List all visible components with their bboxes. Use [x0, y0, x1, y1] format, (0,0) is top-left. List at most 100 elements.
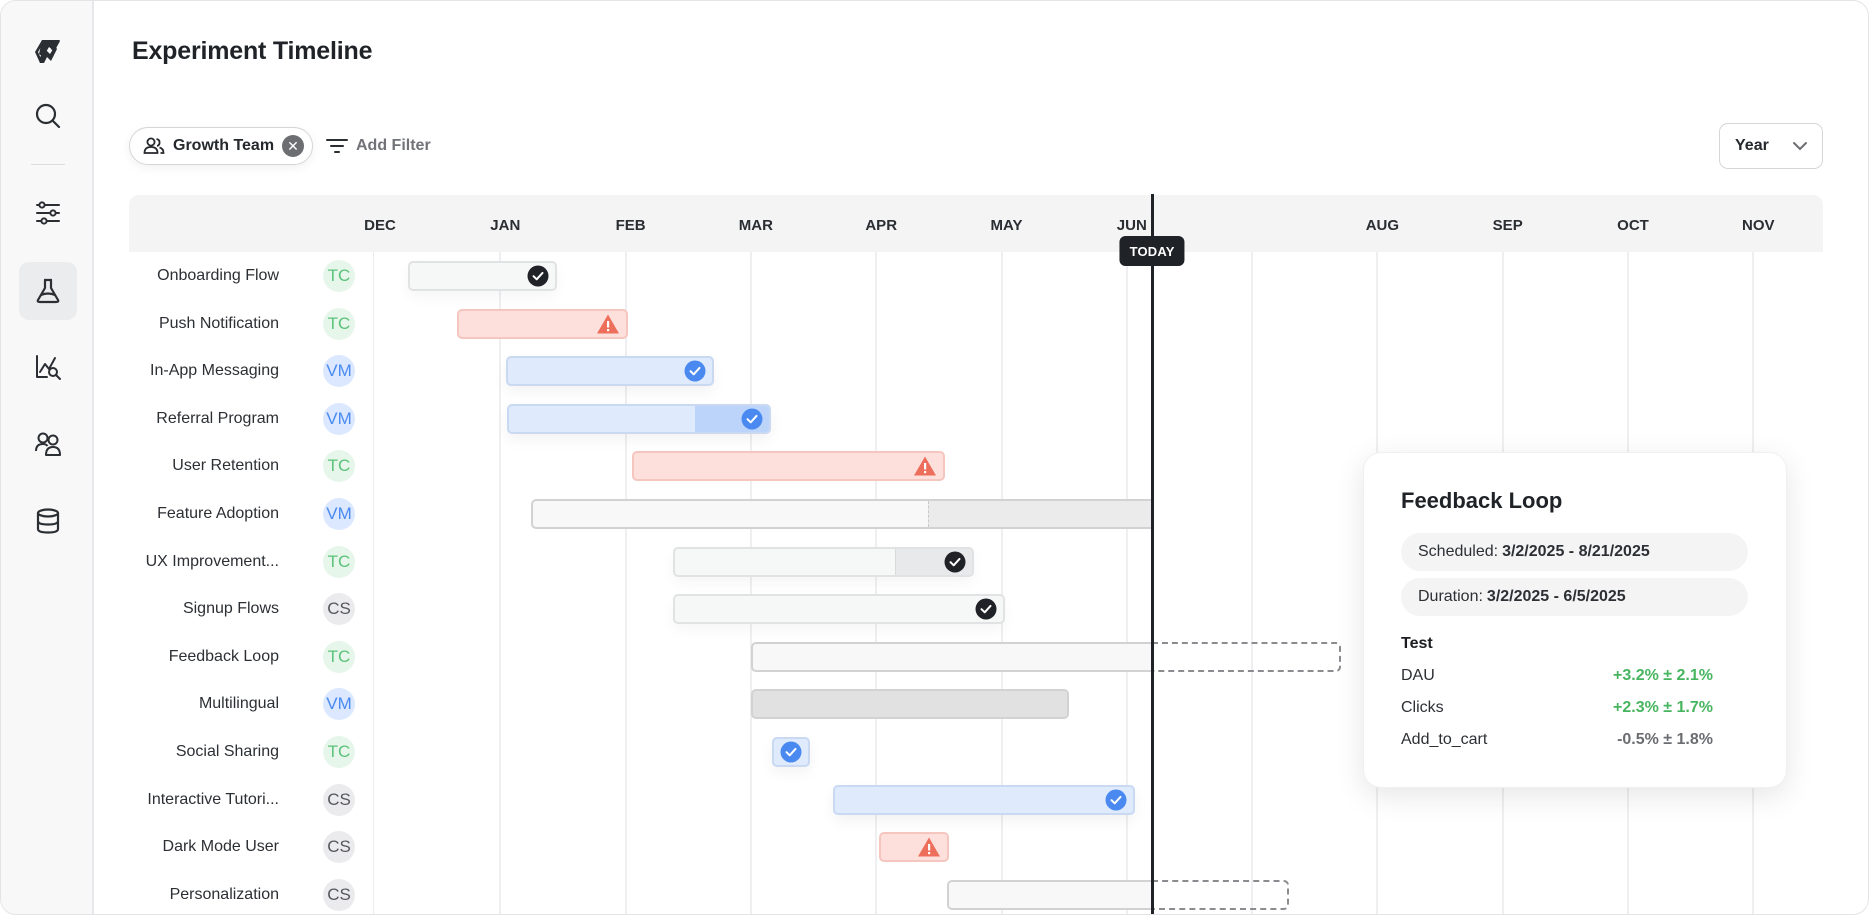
experiment-name[interactable]: Feature Adoption	[157, 505, 279, 523]
success-check-icon	[684, 360, 706, 382]
experiment-bar[interactable]	[772, 737, 811, 767]
experiment-bar[interactable]	[505, 356, 714, 387]
month-label: AUG	[1365, 217, 1400, 234]
experiment-bar[interactable]	[673, 594, 1006, 625]
scheduled-extension[interactable]	[1152, 641, 1342, 672]
owner-avatar[interactable]: TC	[323, 545, 355, 578]
sidebar-item-settings[interactable]	[19, 184, 77, 242]
metric-row: DAU +3.2% ± 2.1%	[1401, 667, 1713, 685]
duration-value: 3/2/2025 - 6/5/2025	[1486, 588, 1626, 605]
sidebar	[1, 1, 94, 914]
owner-avatar[interactable]: VM	[323, 402, 355, 435]
owner-avatar[interactable]: CS	[323, 593, 355, 626]
team-icon	[143, 137, 165, 154]
experiment-bar[interactable]	[530, 499, 1153, 529]
flask-icon	[36, 278, 60, 304]
chart-search-icon	[36, 355, 61, 380]
metric-row: Clicks +2.3% ± 1.7%	[1401, 699, 1713, 717]
owner-avatar[interactable]: TC	[323, 260, 355, 292]
experiment-name[interactable]: Referral Program	[156, 410, 279, 428]
experiment-name[interactable]: UX Improvement...	[146, 553, 279, 571]
experiment-bar[interactable]	[456, 308, 629, 339]
owner-avatar[interactable]: TC	[323, 307, 355, 340]
owner-avatar[interactable]: TC	[323, 640, 355, 673]
owner-avatar[interactable]: TC	[323, 736, 355, 768]
month-label: MAY	[990, 217, 1023, 234]
sidebar-item-search[interactable]	[19, 87, 77, 145]
month-label: OCT	[1617, 217, 1649, 234]
timeline-header: DECJANFEBMARAPRMAYJUNAUGSEPOCTNOVDEC	[129, 195, 1868, 252]
filter-chip-team[interactable]: Growth Team ✕	[129, 127, 314, 165]
completed-check-icon	[944, 551, 966, 573]
month-gridline	[749, 252, 752, 914]
experiment-bar[interactable]	[673, 546, 975, 577]
month-label: JAN	[490, 217, 521, 234]
month-label: SEP	[1492, 217, 1523, 234]
sidebar-item-analytics[interactable]	[19, 338, 77, 396]
filter-chip-label: Growth Team	[173, 137, 275, 154]
experiment-name[interactable]: Interactive Tutori...	[147, 791, 279, 809]
experiment-detail-card: Feedback Loop Scheduled: 3/2/2025 - 8/21…	[1363, 452, 1787, 788]
experiment-bar[interactable]	[946, 879, 1153, 910]
warning-icon	[597, 314, 620, 334]
experiment-bar[interactable]	[832, 784, 1135, 815]
bar-progress-segment	[927, 501, 1153, 527]
experiment-name[interactable]: Feedback Loop	[169, 648, 279, 666]
owner-avatar[interactable]: VM	[323, 355, 355, 388]
experiment-bar[interactable]	[407, 261, 557, 291]
experiment-name[interactable]: Social Sharing	[176, 743, 279, 761]
experiment-bar[interactable]	[878, 832, 950, 863]
scheduled-extension[interactable]	[1152, 879, 1289, 910]
experiment-name[interactable]: Onboarding Flow	[157, 267, 279, 285]
owner-avatar[interactable]: VM	[323, 498, 355, 530]
success-check-icon	[1105, 789, 1127, 811]
success-check-icon	[741, 408, 763, 430]
experiment-name[interactable]: In-App Messaging	[150, 362, 279, 380]
month-label: NOV	[1742, 217, 1775, 234]
experiment-bar[interactable]	[751, 641, 1153, 672]
sidebar-item-experiments[interactable]	[19, 262, 77, 320]
owner-avatar[interactable]: CS	[323, 783, 355, 816]
scheduled-label: Scheduled:	[1418, 543, 1499, 560]
page-title: Experiment Timeline	[132, 37, 373, 65]
owner-avatar[interactable]: TC	[323, 450, 355, 483]
add-filter-label: Add Filter	[356, 137, 431, 154]
sidebar-item-users[interactable]	[19, 415, 77, 473]
owner-avatar[interactable]: VM	[323, 688, 355, 721]
completed-check-icon	[975, 598, 997, 620]
app-window: Experiment Timeline Growth Team ✕ Add Fi…	[0, 0, 1869, 915]
experiment-bar[interactable]	[506, 403, 772, 434]
experiment-name[interactable]: Dark Mode User	[163, 838, 279, 856]
experiment-bar[interactable]	[632, 451, 946, 482]
experiment-label-column: Onboarding Flow TC Push Notification TC In-A…	[129, 252, 374, 914]
test-section-heading: Test	[1401, 635, 1433, 652]
warning-icon	[914, 456, 937, 476]
time-range-select[interactable]: Year	[1719, 123, 1823, 169]
owner-avatar[interactable]: CS	[323, 831, 355, 864]
metric-name: Add_to_cart	[1401, 731, 1488, 748]
add-filter-button[interactable]: Add Filter	[326, 134, 431, 158]
sidebar-item-logo[interactable]	[19, 23, 77, 81]
scheduled-value: 3/2/2025 - 8/21/2025	[1502, 543, 1650, 560]
owner-avatar[interactable]: CS	[323, 878, 355, 911]
users-icon	[35, 432, 61, 456]
today-badge: TODAY	[1119, 236, 1185, 266]
experiment-name[interactable]: Personalization	[170, 886, 279, 904]
month-gridline	[1251, 252, 1254, 914]
month-label: APR	[865, 217, 898, 234]
experiment-bar[interactable]	[751, 689, 1070, 720]
success-check-icon	[780, 741, 802, 763]
experiment-name[interactable]: Multilingual	[199, 695, 279, 713]
remove-filter-icon[interactable]: ✕	[282, 135, 305, 157]
database-icon	[36, 508, 60, 534]
experiment-name[interactable]: Signup Flows	[183, 600, 279, 618]
metric-value: -0.5% ± 1.8%	[1617, 731, 1713, 748]
duration-pill: Duration: 3/2/2025 - 6/5/2025	[1401, 578, 1748, 616]
card-title: Feedback Loop	[1401, 488, 1563, 513]
month-label: DEC	[364, 217, 396, 234]
warning-icon	[918, 837, 941, 857]
experiment-name[interactable]: User Retention	[172, 457, 279, 475]
month-gridline	[499, 252, 502, 914]
experiment-name[interactable]: Push Notification	[159, 315, 279, 333]
sidebar-item-data[interactable]	[19, 492, 77, 550]
